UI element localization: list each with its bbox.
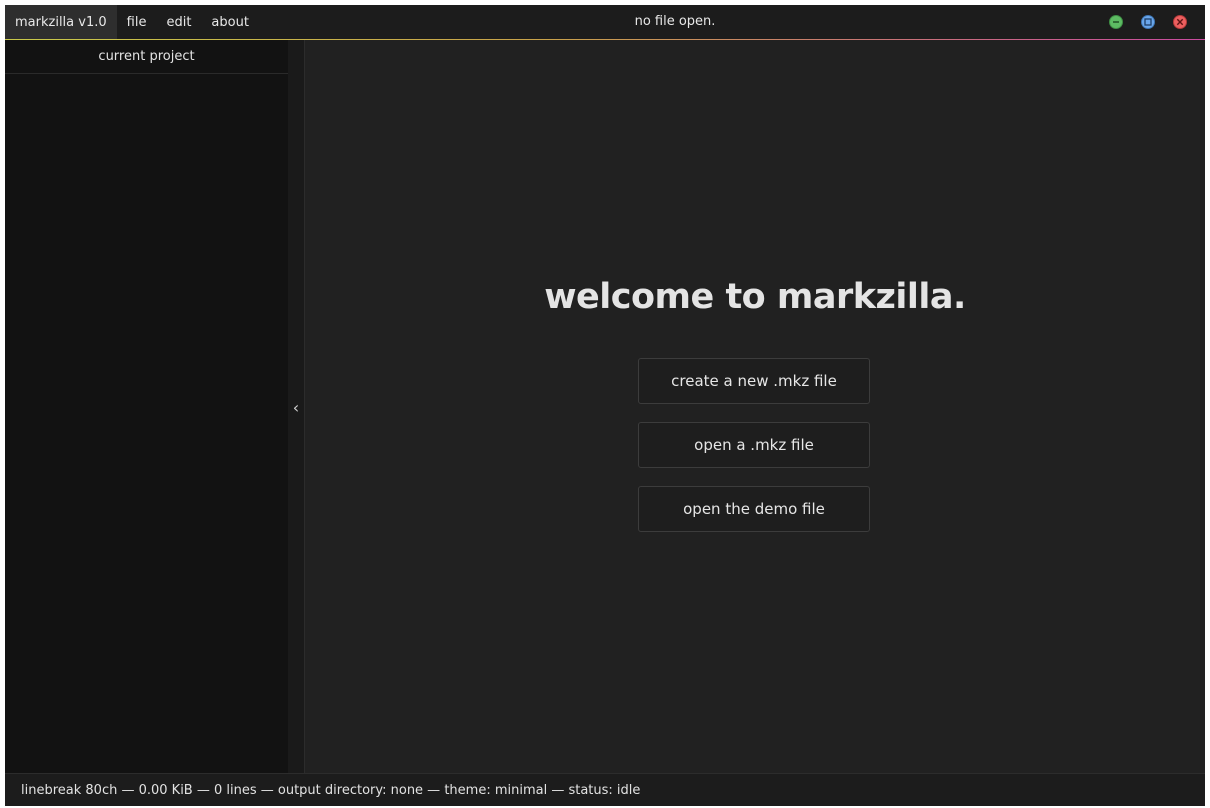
create-file-button[interactable]: create a new .mkz file [638,358,870,404]
sidebar-collapse-strip[interactable]: ‹ [288,40,305,773]
sidebar-header: current project [5,40,288,74]
status-bar: linebreak 80ch — 0.00 KiB — 0 lines — ou… [5,773,1205,806]
menu-file[interactable]: file [117,5,157,39]
welcome-heading: welcome to markzilla. [544,277,966,317]
app-window: markzilla v1.0 file edit about no file o… [5,5,1205,806]
menu-about[interactable]: about [201,5,259,39]
maximize-button[interactable] [1141,15,1155,29]
open-file-button[interactable]: open a .mkz file [638,422,870,468]
menu-edit[interactable]: edit [156,5,201,39]
menu-bar: markzilla v1.0 file edit about [5,5,259,39]
minimize-icon [1113,21,1119,23]
window-title: no file open. [634,14,716,29]
main-panel: welcome to markzilla. create a new .mkz … [305,40,1205,773]
minimize-button[interactable] [1109,15,1123,29]
open-demo-button[interactable]: open the demo file [638,486,870,532]
maximize-icon [1144,18,1152,26]
title-bar: markzilla v1.0 file edit about no file o… [5,5,1205,39]
close-button[interactable] [1173,15,1187,29]
chevron-left-icon[interactable]: ‹ [288,398,304,417]
menu-app[interactable]: markzilla v1.0 [5,5,117,39]
close-icon [1176,18,1184,26]
project-sidebar: current project [5,40,288,773]
